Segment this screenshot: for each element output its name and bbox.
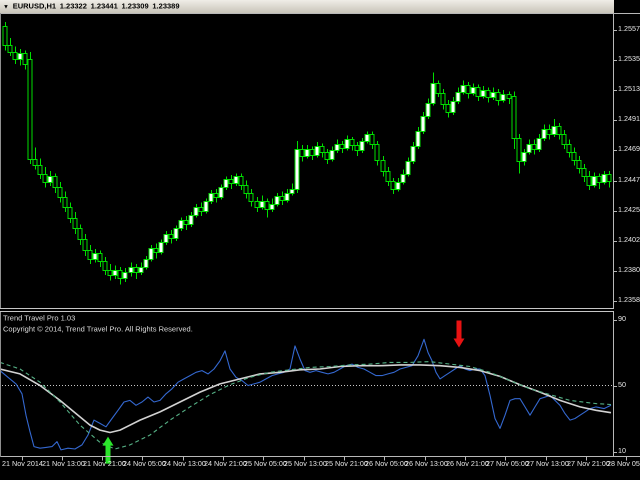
price-axis-label: 1.25570 bbox=[618, 26, 640, 33]
time-axis-label: 27 Nov 21:00 bbox=[567, 461, 610, 468]
panel-divider[interactable] bbox=[0, 308, 614, 312]
chart-canvas[interactable] bbox=[0, 0, 640, 480]
indicator-axis-label: 10 bbox=[618, 448, 626, 455]
time-axis[interactable]: 21 Nov 201421 Nov 13:0021 Nov 21:0024 No… bbox=[0, 457, 640, 480]
indicator-axis-label: 90 bbox=[618, 316, 626, 323]
mt4-chart-window: ▼ EURUSD,H1 1.23322 1.23441 1.23309 1.23… bbox=[0, 0, 640, 480]
window-menu-icon[interactable]: ▼ bbox=[3, 4, 9, 10]
time-axis-label: 25 Nov 21:00 bbox=[325, 461, 368, 468]
price-axis-label: 1.24910 bbox=[618, 116, 640, 123]
time-axis-label: 26 Nov 21:00 bbox=[446, 461, 489, 468]
price-axis-label: 1.23585 bbox=[618, 297, 640, 304]
price-axis[interactable]: 1.25570 1.25350 1.25130 1.24910 1.24690 1.244… bbox=[614, 13, 640, 457]
series-oscillator-blue bbox=[0, 339, 611, 450]
time-axis-label: 21 Nov 21:00 bbox=[83, 461, 126, 468]
time-axis-label: 24 Nov 05:00 bbox=[123, 461, 166, 468]
time-axis-label: 27 Nov 13:00 bbox=[526, 461, 569, 468]
time-axis-label: 21 Nov 2014 bbox=[2, 461, 43, 468]
candles-layer bbox=[3, 22, 611, 285]
price-axis-label: 1.25350 bbox=[618, 56, 640, 63]
indicator-axis-label: 50 bbox=[618, 382, 626, 389]
chart-title-bar[interactable]: ▼ EURUSD,H1 1.23322 1.23441 1.23309 1.23… bbox=[0, 0, 614, 13]
indicator-name-label: Trend Travel Pro 1.03 bbox=[3, 315, 75, 323]
price-axis-label: 1.23805 bbox=[618, 267, 640, 274]
chart-title-text: ▼ EURUSD,H1 1.23322 1.23441 1.23309 1.23… bbox=[3, 2, 180, 10]
price-axis-label: 1.24025 bbox=[618, 237, 640, 244]
quote-open: 1.23322 bbox=[60, 2, 87, 10]
time-axis-label: 26 Nov 13:00 bbox=[405, 461, 448, 468]
chart-symbol-label: EURUSD,H1 bbox=[13, 2, 56, 10]
series-trend-dashed-green bbox=[0, 362, 611, 449]
time-axis-label: 24 Nov 13:00 bbox=[163, 461, 206, 468]
time-axis-label: 25 Nov 13:00 bbox=[284, 461, 327, 468]
indicator-copyright-label: Copyright © 2014, Trend Travel Pro. All … bbox=[3, 326, 193, 334]
price-axis-label: 1.24690 bbox=[618, 146, 640, 153]
time-axis-label: 25 Nov 05:00 bbox=[244, 461, 287, 468]
time-axis-label: 21 Nov 13:00 bbox=[42, 461, 85, 468]
time-axis-label: 28 Nov 05:00 bbox=[607, 461, 640, 468]
quote-low: 1.23309 bbox=[122, 2, 149, 10]
time-axis-label: 24 Nov 21:00 bbox=[204, 461, 247, 468]
time-axis-label: 26 Nov 05:00 bbox=[365, 461, 408, 468]
price-axis-label: 1.24470 bbox=[618, 177, 640, 184]
time-axis-label: 27 Nov 05:00 bbox=[486, 461, 529, 468]
price-axis-label: 1.25130 bbox=[618, 86, 640, 93]
quote-close: 1.23389 bbox=[152, 2, 179, 10]
quote-high: 1.23441 bbox=[91, 2, 118, 10]
indicator-lines-layer bbox=[0, 321, 613, 464]
price-axis-label: 1.24250 bbox=[618, 207, 640, 214]
sell-signal-marker bbox=[454, 321, 465, 348]
